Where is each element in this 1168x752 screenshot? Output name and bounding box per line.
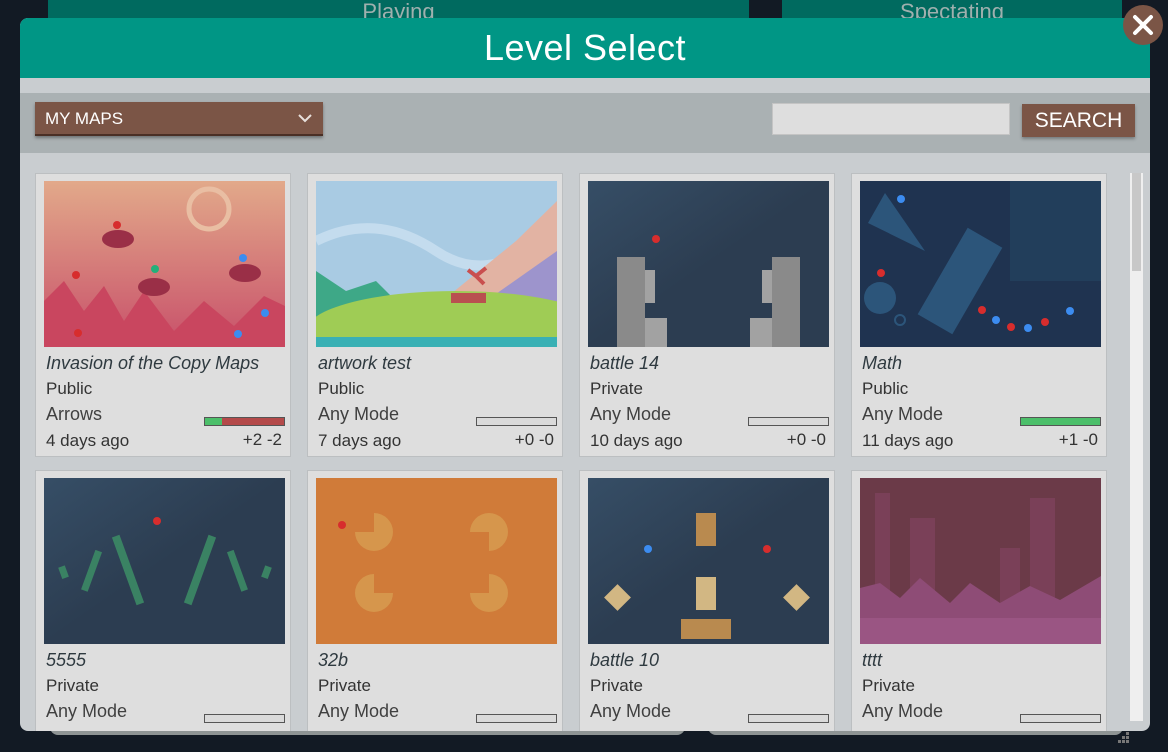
toolbar: MY MAPS SEARCH — [20, 93, 1150, 153]
search-button[interactable]: SEARCH — [1022, 104, 1135, 137]
map-name: battle 14 — [590, 353, 660, 373]
map-visibility: Private — [590, 676, 643, 695]
map-visibility: Public — [46, 379, 93, 398]
rating-bar — [204, 417, 285, 426]
rating-bar — [748, 417, 829, 426]
rating-bar — [1020, 714, 1101, 723]
map-thumbnail — [316, 478, 557, 644]
map-thumbnail — [44, 478, 285, 644]
map-name: tttt — [862, 650, 883, 670]
rating-bar — [476, 714, 557, 723]
map-card[interactable]: artwork test Public Any Mode 7 days ago +0 -… — [307, 173, 563, 457]
map-votes: +2 -2 — [242, 430, 282, 449]
modal-title: Level Select — [20, 18, 1150, 78]
map-mode: Any Mode — [862, 701, 944, 721]
chevron-down-icon — [298, 114, 312, 123]
map-card[interactable]: tttt Private Any Mode — [851, 470, 1107, 731]
map-mode: Any Mode — [318, 701, 400, 721]
map-name: artwork test — [318, 353, 412, 373]
map-votes: +1 -0 — [1058, 430, 1098, 449]
map-filter-selected: MY MAPS — [45, 109, 124, 128]
map-votes: +0 -0 — [786, 430, 826, 449]
map-date: 11 days ago — [862, 431, 954, 450]
level-select-modal: Level Select MY MAPS SEARCH Invasion of … — [20, 18, 1150, 731]
map-visibility: Private — [590, 379, 643, 398]
map-filter-dropdown[interactable]: MY MAPS — [35, 102, 323, 136]
map-thumbnail — [588, 478, 829, 644]
map-mode: Any Mode — [318, 404, 400, 424]
map-visibility: Public — [862, 379, 909, 398]
map-mode: Any Mode — [46, 701, 128, 721]
map-card[interactable]: Math Public Any Mode 11 days ago +1 -0 — [851, 173, 1107, 457]
map-name: Invasion of the Copy Maps — [46, 353, 260, 373]
map-card[interactable]: 5555 Private Any Mode — [35, 470, 291, 731]
map-thumbnail — [860, 181, 1101, 347]
map-thumbnail — [860, 478, 1101, 644]
rating-bar-up — [205, 418, 223, 425]
map-card[interactable]: battle 14 Private Any Mode 10 days ago +0 -0 — [579, 173, 835, 457]
map-visibility: Public — [318, 379, 365, 398]
map-visibility: Private — [46, 676, 99, 695]
close-x-icon — [1133, 15, 1153, 35]
rating-bar-down — [222, 418, 284, 425]
map-thumbnail — [44, 181, 285, 347]
scrollbar-thumb[interactable] — [1132, 173, 1141, 271]
map-grid: Invasion of the Copy Maps Public Arrows 4 d… — [35, 173, 1125, 731]
map-thumbnail — [588, 181, 829, 347]
scrollbar[interactable] — [1130, 173, 1143, 721]
rating-bar — [1020, 417, 1101, 426]
rating-bar-up — [1021, 418, 1100, 425]
map-name: Math — [862, 353, 903, 373]
map-name: 32b — [318, 650, 349, 670]
rating-bar — [748, 714, 829, 723]
rating-bar — [204, 714, 285, 723]
map-mode: Arrows — [46, 404, 103, 424]
map-name: battle 10 — [590, 650, 660, 670]
map-thumbnail — [316, 181, 557, 347]
map-visibility: Private — [862, 676, 915, 695]
map-mode: Any Mode — [862, 404, 944, 424]
search-input[interactable] — [772, 103, 1010, 135]
map-date: 4 days ago — [46, 431, 130, 450]
map-name: 5555 — [46, 650, 87, 670]
close-button[interactable] — [1123, 5, 1163, 45]
map-card[interactable]: battle 10 Private Any Mode — [579, 470, 835, 731]
map-visibility: Private — [318, 676, 371, 695]
map-card[interactable]: Invasion of the Copy Maps Public Arrows 4 d… — [35, 173, 291, 457]
map-card[interactable]: 32b Private Any Mode — [307, 470, 563, 731]
map-mode: Any Mode — [590, 701, 672, 721]
rating-bar — [476, 417, 557, 426]
resize-grip-icon[interactable] — [1118, 732, 1130, 744]
map-date: 7 days ago — [318, 431, 402, 450]
map-date: 10 days ago — [590, 431, 683, 450]
map-mode: Any Mode — [590, 404, 672, 424]
map-votes: +0 -0 — [514, 430, 554, 449]
